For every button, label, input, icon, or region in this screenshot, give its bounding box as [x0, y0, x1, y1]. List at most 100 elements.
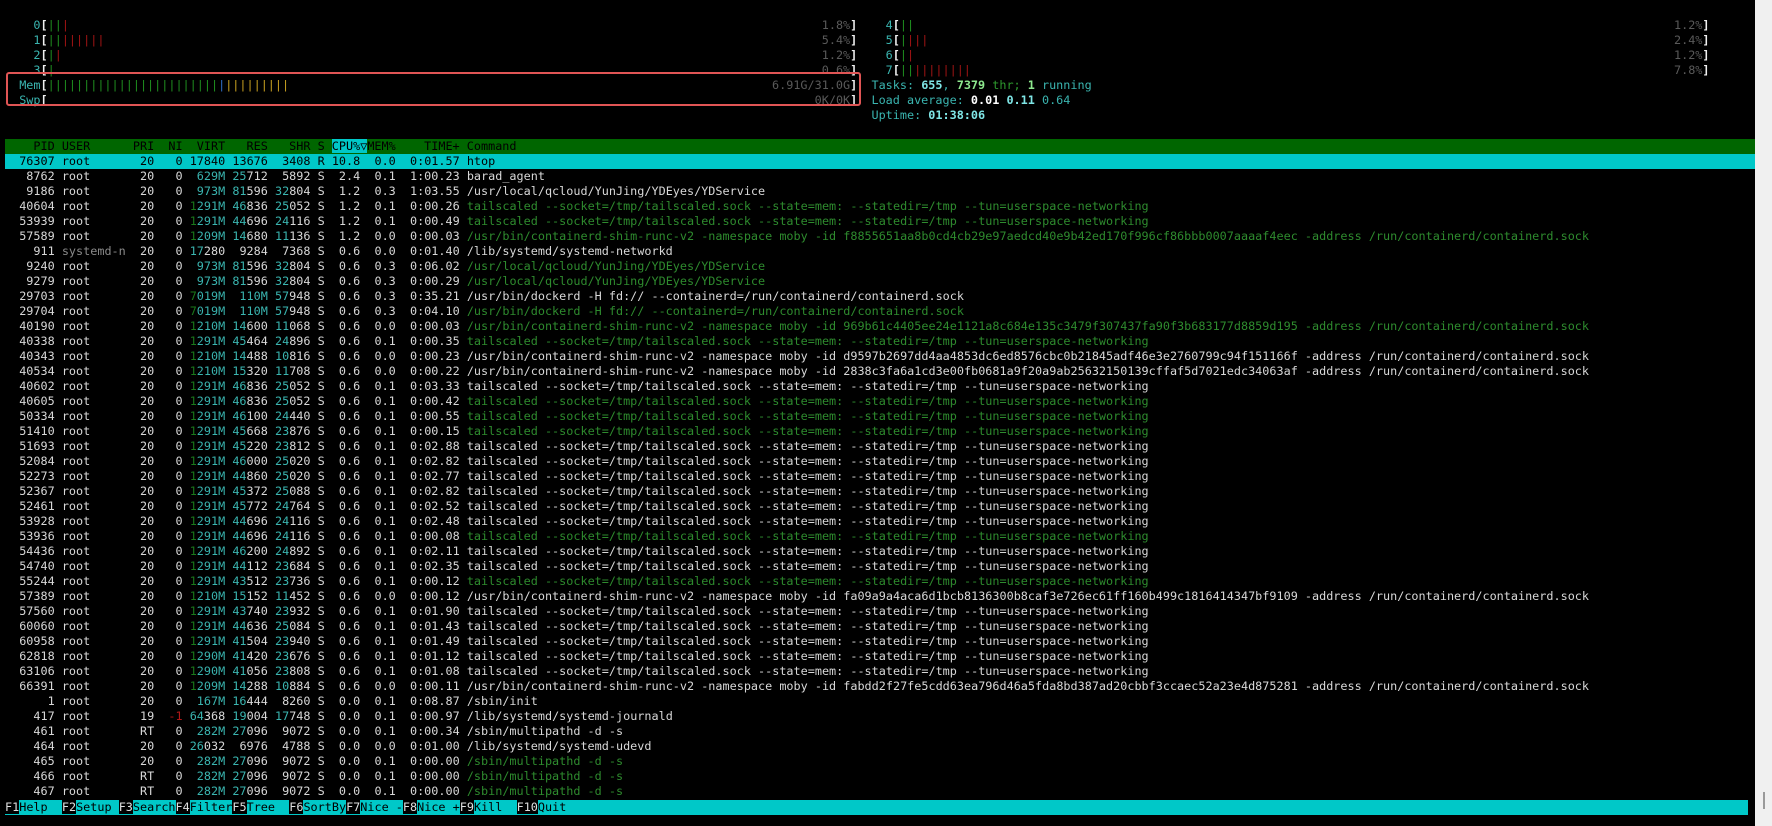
virt-cell: 1210M [189, 319, 226, 333]
column-header-ni[interactable]: NI [161, 139, 182, 153]
scrollbar[interactable] [1755, 0, 1772, 826]
user-cell: root [61, 409, 126, 423]
column-header-pri[interactable]: PRI [133, 139, 154, 153]
process-row[interactable]: 57560 root 20 0 1291M 43740 23932 S 0.6 … [5, 604, 1755, 619]
process-row[interactable]: 60958 root 20 0 1291M 41504 23940 S 0.6 … [5, 634, 1755, 649]
command-cell: tailscaled --socket=/tmp/tailscaled.sock… [466, 499, 1149, 513]
column-header-s[interactable]: S [318, 139, 325, 153]
meter-bracket-close: ] [1702, 63, 1710, 77]
process-row[interactable]: 50334 root 20 0 1291M 46100 24440 S 0.6 … [5, 409, 1755, 424]
process-row[interactable]: 464 root 20 0 26032 6976 4788 S 0.0 0.0 … [5, 739, 1755, 754]
user-cell: root [61, 649, 126, 663]
process-row[interactable]: 60060 root 20 0 1291M 44636 25084 S 0.6 … [5, 619, 1755, 634]
command-cell: tailscaled --socket=/tmp/tailscaled.sock… [466, 439, 1149, 453]
process-row[interactable]: 52084 root 20 0 1291M 46000 25020 S 0.6 … [5, 454, 1755, 469]
time-cell: 0:02.48 [402, 514, 460, 528]
process-row[interactable]: 52367 root 20 0 1291M 45372 25088 S 0.6 … [5, 484, 1755, 499]
cpu-percent-cell: 0.6 [331, 649, 361, 663]
process-row[interactable]: 54436 root 20 0 1291M 46200 24892 S 0.6 … [5, 544, 1755, 559]
footer-item-nice[interactable]: F8Nice + [402, 800, 460, 815]
column-header-time[interactable]: TIME+ [403, 139, 460, 153]
pid-cell: 1 [5, 694, 55, 708]
scrollbar-thumb[interactable] [1763, 792, 1765, 809]
column-header-command[interactable]: Command [467, 139, 517, 153]
nice-cell: 0 [161, 454, 183, 468]
footer-item-tree[interactable]: F5Tree [232, 800, 289, 815]
process-row[interactable]: 8762 root 20 0 629M 25712 5892 S 2.4 0.1… [5, 169, 1755, 184]
priority-cell: 20 [132, 454, 155, 468]
pid-cell: 40602 [5, 379, 55, 393]
process-row[interactable]: 40534 root 20 0 1210M 15320 11708 S 0.6 … [5, 364, 1755, 379]
process-row[interactable]: 9279 root 20 0 973M 81596 32804 S 0.6 0.… [5, 274, 1755, 289]
process-row[interactable]: 52273 root 20 0 1291M 44860 25020 S 0.6 … [5, 469, 1755, 484]
process-row[interactable]: 55244 root 20 0 1291M 43512 23736 S 0.6 … [5, 574, 1755, 589]
time-cell: 0:00.26 [402, 199, 460, 213]
process-row[interactable]: 40604 root 20 0 1291M 46836 25052 S 1.2 … [5, 199, 1755, 214]
footer-item-setup[interactable]: F2Setup [61, 800, 119, 815]
mem-percent-cell: 0.0 [367, 244, 396, 258]
column-header-cpu[interactable]: CPU%▽ [331, 139, 368, 153]
process-row[interactable]: 53936 root 20 0 1291M 44696 24116 S 0.6 … [5, 529, 1755, 544]
process-row[interactable]: 461 root RT 0 282M 27096 9072 S 0.0 0.1 … [5, 724, 1755, 739]
user-cell: root [61, 289, 126, 303]
process-row[interactable]: 9186 root 20 0 973M 81596 32804 S 1.2 0.… [5, 184, 1755, 199]
process-row[interactable]: 51693 root 20 0 1291M 45220 23812 S 0.6 … [5, 439, 1755, 454]
process-row[interactable]: 9240 root 20 0 973M 81596 32804 S 0.6 0.… [5, 259, 1755, 274]
process-row[interactable]: 40602 root 20 0 1291M 46836 25052 S 0.6 … [5, 379, 1755, 394]
state-cell: S [317, 229, 325, 243]
process-row[interactable]: 40343 root 20 0 1210M 14488 10816 S 0.6 … [5, 349, 1755, 364]
process-row[interactable]: 40605 root 20 0 1291M 46836 25052 S 0.6 … [5, 394, 1755, 409]
priority-cell: 20 [132, 259, 155, 273]
process-row[interactable]: 911 systemd-n 20 0 17280 9284 7368 S 0.6… [5, 244, 1755, 259]
process-row[interactable]: 1 root 20 0 167M 16444 8260 S 0.0 0.1 0:… [5, 694, 1755, 709]
process-row[interactable]: 52461 root 20 0 1291M 45772 24764 S 0.6 … [5, 499, 1755, 514]
command-cell: /usr/bin/containerd-shim-runc-v2 -namesp… [466, 679, 1589, 693]
res-cell: 43512 [232, 574, 268, 588]
column-header-user[interactable]: USER [62, 139, 126, 153]
priority-cell: 20 [132, 349, 155, 363]
process-row[interactable]: 465 root 20 0 282M 27096 9072 S 0.0 0.1 … [5, 754, 1755, 769]
footer-item-nice[interactable]: F7Nice - [346, 800, 403, 815]
process-row[interactable]: 40190 root 20 0 1210M 14600 11068 S 0.6 … [5, 319, 1755, 334]
meter-bar-segment: | [54, 48, 62, 62]
column-header-pid[interactable]: PID [5, 139, 54, 153]
uptime-label: Uptime: [871, 108, 929, 122]
process-row[interactable]: 467 root RT 0 282M 27096 9072 S 0.0 0.1 … [5, 784, 1755, 799]
process-row[interactable]: 66391 root 20 0 1209M 14288 10884 S 0.6 … [5, 679, 1755, 694]
process-row[interactable]: 57389 root 20 0 1210M 15152 11452 S 0.6 … [5, 589, 1755, 604]
footer-item-help[interactable]: F1Help [5, 800, 62, 815]
process-row[interactable]: 53928 root 20 0 1291M 44696 24116 S 0.6 … [5, 514, 1755, 529]
footer-item-sortby[interactable]: F6SortBy [289, 800, 346, 815]
process-row[interactable]: 29704 root 20 0 7019M 110M 57948 S 0.6 0… [5, 304, 1755, 319]
process-row[interactable]: 466 root RT 0 282M 27096 9072 S 0.0 0.1 … [5, 769, 1755, 784]
meter-bracket-close: ] [1702, 48, 1710, 62]
process-row[interactable]: 51410 root 20 0 1291M 45668 23876 S 0.6 … [5, 424, 1755, 439]
process-row[interactable]: 62818 root 20 0 1290M 41420 23676 S 0.6 … [5, 649, 1755, 664]
footer-item-quit[interactable]: F10Quit [516, 800, 566, 815]
shr-cell: 7368 [274, 244, 311, 258]
column-header-shr[interactable]: SHR [275, 139, 310, 153]
footer-item-filter[interactable]: F4Filter [175, 800, 232, 815]
process-row[interactable]: 76307 root 20 0 17840 13676 3408 R 10.8 … [5, 154, 1755, 169]
column-header-mem[interactable]: MEM% [367, 139, 395, 153]
process-row[interactable]: 57589 root 20 0 1209M 14680 11136 S 1.2 … [5, 229, 1755, 244]
column-header-res[interactable]: RES [232, 139, 268, 153]
command-cell: /lib/systemd/systemd-networkd [466, 244, 673, 258]
footer-item-kill[interactable]: F9Kill [459, 800, 517, 815]
process-row[interactable]: 40338 root 20 0 1291M 45464 24896 S 0.6 … [5, 334, 1755, 349]
process-row[interactable]: 63106 root 20 0 1290M 41056 23808 S 0.6 … [5, 664, 1755, 679]
process-row[interactable]: 417 root 19 -1 64368 19004 17748 S 0.0 0… [5, 709, 1755, 724]
footer-item-search[interactable]: F3Search [118, 800, 176, 815]
priority-cell: 20 [132, 169, 155, 183]
priority-cell: 20 [132, 559, 155, 573]
virt-cell: 1291M [189, 454, 226, 468]
command-cell: tailscaled --socket=/tmp/tailscaled.sock… [466, 529, 1149, 543]
process-row[interactable]: 29703 root 20 0 7019M 110M 57948 S 0.6 0… [5, 289, 1755, 304]
column-header-virt[interactable]: VIRT [190, 139, 225, 153]
process-row[interactable]: 53939 root 20 0 1291M 44696 24116 S 1.2 … [5, 214, 1755, 229]
res-cell: 110M [232, 289, 268, 303]
shr-cell: 25020 [274, 454, 311, 468]
process-row[interactable]: 54740 root 20 0 1291M 44112 23684 S 0.6 … [5, 559, 1755, 574]
mem-percent-cell: 0.1 [367, 469, 396, 483]
time-cell: 0:01.90 [402, 604, 460, 618]
